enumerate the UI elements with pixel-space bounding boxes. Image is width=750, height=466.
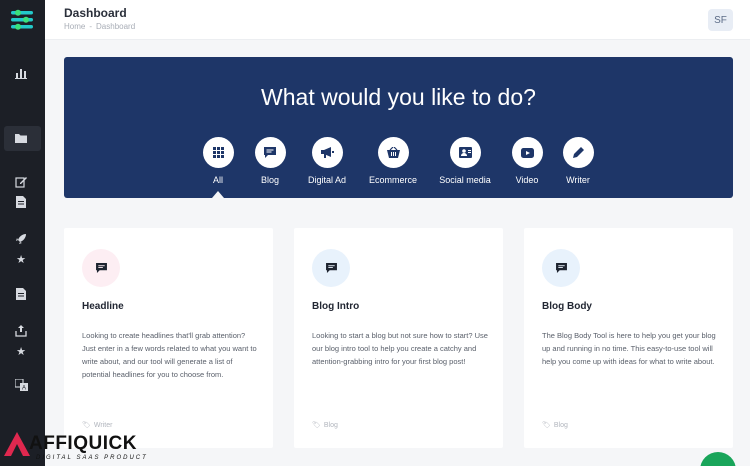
card-description: The Blog Body Tool is here to help you g… <box>542 331 716 366</box>
affiquick-watermark: AFFIQUICK DIGITAL SAAS PRODUCT <box>4 430 154 464</box>
breadcrumb-separator: - <box>89 22 93 31</box>
card-tag: 🏷 Blog <box>542 421 568 430</box>
app-logo[interactable] <box>8 6 36 34</box>
grid-icon <box>202 137 234 168</box>
card-description: Looking to start a blog but not sure how… <box>312 331 488 366</box>
bar-chart-icon[interactable] <box>13 65 29 81</box>
breadcrumb-current: Dashboard <box>96 22 136 31</box>
template-card-blog-intro[interactable]: Blog Intro Looking to start a blog but n… <box>294 228 503 448</box>
card-tag-label: Writer <box>93 421 113 429</box>
card-title: Headline <box>82 301 124 312</box>
category-digital-ad[interactable]: Digital Ad <box>292 137 362 185</box>
card-tag: 🏷 Blog <box>312 421 338 430</box>
rocket-icon[interactable] <box>13 231 29 247</box>
page-title: Dashboard <box>64 6 127 20</box>
template-card-blog-body[interactable]: Blog Body The Blog Body Tool is here to … <box>524 228 733 448</box>
video-icon <box>511 137 543 168</box>
translate-icon[interactable]: A <box>13 377 29 393</box>
card-title: Blog Intro <box>312 301 360 312</box>
chat-icon <box>82 249 120 287</box>
card-tag-label: Blog <box>553 421 568 429</box>
chat-icon <box>542 249 580 287</box>
upload-icon[interactable] <box>13 323 29 339</box>
tag-icon: 🏷 <box>312 422 321 429</box>
card-tag-label: Blog <box>323 421 338 429</box>
svg-text:A: A <box>21 386 25 392</box>
basket-icon <box>377 137 409 168</box>
category-label: Social media <box>439 175 491 185</box>
top-bar: Dashboard Home - Dashboard SF <box>45 0 750 40</box>
star-icon[interactable]: ★ <box>13 251 29 267</box>
megaphone-icon <box>311 137 343 168</box>
document-icon[interactable] <box>13 286 29 302</box>
chat-icon <box>254 137 286 168</box>
hero-banner: What would you like to do? All Blog Digi… <box>64 57 733 198</box>
watermark-name: AFFIQUICK <box>29 433 137 454</box>
chat-icon <box>312 249 350 287</box>
category-writer[interactable]: Writer <box>543 137 613 185</box>
card-title: Blog Body <box>542 301 592 312</box>
selected-category-pointer <box>212 191 224 198</box>
category-label: Writer <box>566 175 590 185</box>
category-ecommerce[interactable]: Ecommerce <box>358 137 428 185</box>
breadcrumb-home[interactable]: Home <box>64 22 85 31</box>
category-social-media[interactable]: Social media <box>430 137 500 185</box>
sidebar: ★ ★ A <box>0 0 45 466</box>
watermark-tagline: DIGITAL SAAS PRODUCT <box>36 455 148 461</box>
card-description: Looking to create headlines that'll grab… <box>82 331 257 379</box>
chat-widget-button[interactable] <box>700 452 736 466</box>
hero-title: What would you like to do? <box>261 84 536 110</box>
category-label: Ecommerce <box>368 175 417 185</box>
tag-icon: 🏷 <box>82 422 91 429</box>
document-icon[interactable] <box>13 194 29 210</box>
star-icon[interactable]: ★ <box>13 343 29 359</box>
card-tag: 🏷 Writer <box>82 421 113 430</box>
category-label: Digital Ad <box>307 175 347 185</box>
breadcrumb: Home - Dashboard <box>64 22 135 31</box>
pen-icon <box>562 137 594 168</box>
folder-icon[interactable] <box>13 130 29 146</box>
edit-icon[interactable] <box>13 174 29 190</box>
affiquick-logo-icon <box>4 432 30 456</box>
user-group-icon <box>449 137 481 168</box>
tag-icon: 🏷 <box>542 422 551 429</box>
user-avatar[interactable]: SF <box>708 9 733 31</box>
template-card-headline[interactable]: Headline Looking to create headlines tha… <box>64 228 273 448</box>
